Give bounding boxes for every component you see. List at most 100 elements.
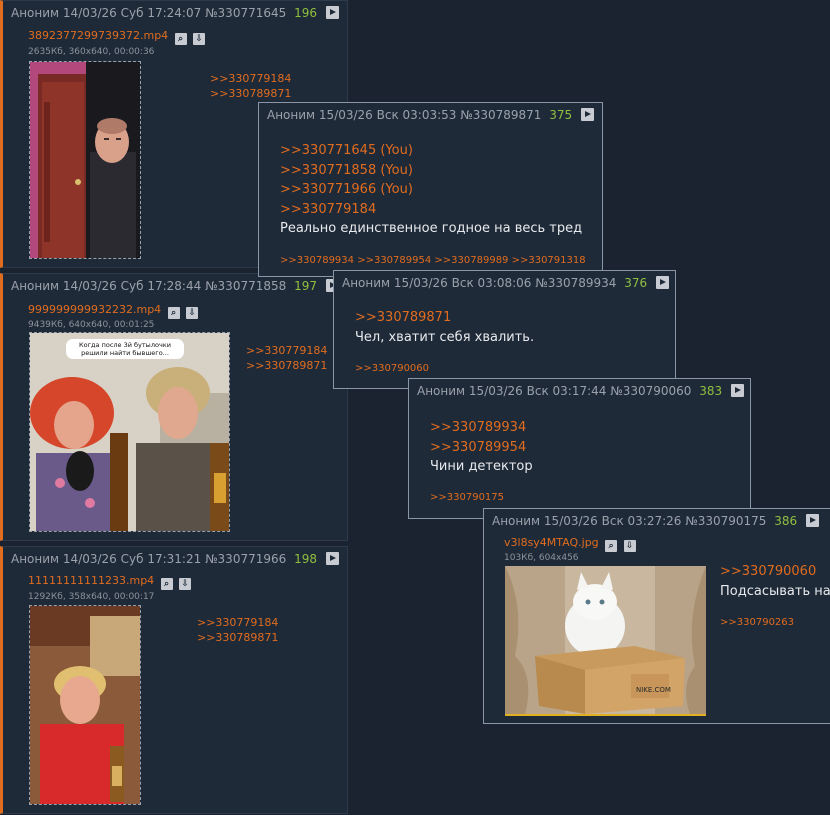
post-header: Аноним 15/03/26 Вск 03:08:06 №330789934 … <box>342 276 670 290</box>
quote-link[interactable]: >>330789871 <box>355 308 534 328</box>
post-count: 197 <box>294 279 317 293</box>
search-icon[interactable]: ⌕ <box>605 540 618 552</box>
reply-links[interactable]: >>330790263 <box>720 617 794 628</box>
post-count: 386 <box>774 514 798 528</box>
post-date: 14/03/26 Суб 17:31:21 <box>62 552 202 566</box>
post-header: Аноним 14/03/26 Суб 17:31:21 №330771966 … <box>11 552 339 566</box>
post-header: Аноним 15/03/26 Вск 03:17:44 №330790060 … <box>417 384 745 398</box>
post-menu-icon[interactable] <box>325 552 339 565</box>
post-body: >>330789934 >>330789954 Чини детектор <box>430 418 533 477</box>
post-message: Чел, хватит себя хвалить. <box>355 329 535 345</box>
post-menu-icon[interactable] <box>325 6 339 19</box>
quote-link[interactable]: >>330789934 <box>430 418 533 438</box>
post-date: 15/03/26 Вск 03:27:26 <box>543 514 682 528</box>
post-date: 14/03/26 Суб 17:24:07 <box>62 6 202 20</box>
post-number[interactable]: №330789871 <box>460 108 541 122</box>
file-link-row: v3l8sy4MTAQ.jpg ⌕ ⇩ <box>504 536 636 552</box>
post-count: 196 <box>294 6 317 20</box>
post-number[interactable]: №330790175 <box>685 514 766 528</box>
post-date: 15/03/26 Вск 03:08:06 <box>393 276 532 290</box>
reply-link[interactable]: >>330779184 <box>210 71 291 86</box>
search-icon[interactable]: ⌕ <box>167 307 180 319</box>
thread-post: Аноним 14/03/26 Суб 17:31:21 №330771966 … <box>0 546 348 814</box>
post-header: Аноним 14/03/26 Суб 17:28:44 №330771858 … <box>11 279 339 293</box>
post-body: >>330790060 Подсасывать на <box>720 562 830 602</box>
download-icon[interactable]: ⇩ <box>623 540 636 552</box>
post-number[interactable]: №330771645 <box>205 6 286 20</box>
reply-links: >>330779184 >>330789871 <box>246 343 327 373</box>
reply-links[interactable]: >>330789934 >>330789954 >>330789989 >>33… <box>280 255 586 266</box>
reply-preview-popup: Аноним 15/03/26 Вск 03:17:44 №330790060 … <box>408 378 751 519</box>
thread-post: Аноним 14/03/26 Суб 17:28:44 №330771858 … <box>0 273 348 541</box>
post-body: >>330789871 Чел, хватит себя хвалить. <box>355 308 534 348</box>
file-name-link[interactable]: 999999999932232.mp4 <box>28 303 161 316</box>
file-link-row: 11111111111233.mp4 ⌕ ⇩ <box>28 574 192 590</box>
quote-link[interactable]: >>330789954 <box>430 438 533 458</box>
post-body: >>330771645 (You) >>330771858 (You) >>33… <box>280 141 582 239</box>
file-link-row: 3892377299739372.mp4 ⌕ ⇩ <box>28 29 206 45</box>
post-author: Аноним <box>11 552 60 566</box>
post-author: Аноним <box>342 276 391 290</box>
file-meta: 2635Кб, 360x640, 00:00:36 <box>28 47 155 57</box>
download-icon[interactable]: ⇩ <box>179 578 192 590</box>
post-menu-icon[interactable] <box>656 276 670 289</box>
post-number[interactable]: №330771858 <box>205 279 286 293</box>
post-count: 376 <box>624 276 648 290</box>
file-name-link[interactable]: v3l8sy4MTAQ.jpg <box>504 536 599 549</box>
post-header: Аноним 14/03/26 Суб 17:24:07 №330771645 … <box>11 6 339 20</box>
reply-links[interactable]: >>330790060 <box>355 363 429 374</box>
quote-link[interactable]: >>330790060 <box>720 562 830 582</box>
quote-link[interactable]: >>330771966 (You) <box>280 180 582 200</box>
download-icon[interactable]: ⇩ <box>193 33 206 45</box>
quote-link[interactable]: >>330771858 (You) <box>280 161 582 181</box>
file-meta: 9439Кб, 640x640, 00:01:25 <box>28 320 155 330</box>
post-date: 15/03/26 Вск 03:17:44 <box>468 384 607 398</box>
reply-preview-popup: Аноним 15/03/26 Вск 03:03:53 №330789871 … <box>258 102 603 277</box>
post-author: Аноним <box>11 279 60 293</box>
reply-preview-popup: Аноним 15/03/26 Вск 03:27:26 №330790175 … <box>483 508 830 724</box>
post-count: 198 <box>294 552 317 566</box>
file-name-link[interactable]: 11111111111233.mp4 <box>28 574 154 587</box>
reply-links: >>330779184 >>330789871 <box>210 71 291 101</box>
search-icon[interactable]: ⌕ <box>174 33 187 45</box>
reply-link[interactable]: >>330779184 <box>197 615 278 630</box>
quote-link[interactable]: >>330779184 <box>280 200 582 220</box>
post-message: Чини детектор <box>430 459 533 474</box>
post-number[interactable]: №330771966 <box>205 552 286 566</box>
reply-link[interactable]: >>330789871 <box>197 630 278 645</box>
reply-links[interactable]: >>330790175 <box>430 492 504 503</box>
post-menu-icon[interactable] <box>806 514 820 527</box>
post-menu-icon[interactable] <box>731 384 745 397</box>
video-thumbnail[interactable] <box>29 61 141 259</box>
post-menu-icon[interactable] <box>581 108 595 121</box>
post-number[interactable]: №330789934 <box>535 276 616 290</box>
reply-link[interactable]: >>330789871 <box>246 358 327 373</box>
file-meta: 103Кб, 604x456 <box>504 553 579 563</box>
post-date: 15/03/26 Вск 03:03:53 <box>318 108 457 122</box>
post-count: 383 <box>699 384 723 398</box>
box-label: NIKE.COM <box>636 686 671 694</box>
reply-links: >>330779184 >>330789871 <box>197 615 278 645</box>
search-icon[interactable]: ⌕ <box>160 578 173 590</box>
file-link-row: 999999999932232.mp4 ⌕ ⇩ <box>28 303 199 319</box>
post-count: 375 <box>549 108 573 122</box>
download-icon[interactable]: ⇩ <box>186 307 199 319</box>
quote-link[interactable]: >>330771645 (You) <box>280 141 582 161</box>
post-author: Аноним <box>11 6 60 20</box>
post-message: Реально единственное годное на весь тред <box>280 221 583 236</box>
post-header: Аноним 15/03/26 Вск 03:03:53 №330789871 … <box>267 108 595 122</box>
reply-preview-popup: Аноним 15/03/26 Вск 03:08:06 №330789934 … <box>333 270 676 389</box>
post-author: Аноним <box>267 108 316 122</box>
post-message: Подсасывать на <box>720 583 830 599</box>
video-thumbnail[interactable] <box>29 605 141 805</box>
post-number[interactable]: №330790060 <box>610 384 691 398</box>
file-meta: 1292Кб, 358x640, 00:00:17 <box>28 592 155 602</box>
thumb-caption: Когда после 3й бутылочки решили найти бы… <box>66 339 184 359</box>
reply-link[interactable]: >>330789871 <box>210 86 291 101</box>
post-header: Аноним 15/03/26 Вск 03:27:26 №330790175 … <box>492 514 820 528</box>
image-thumbnail[interactable]: NIKE.COM <box>505 566 706 716</box>
video-thumbnail[interactable]: Когда после 3й бутылочки решили найти бы… <box>29 332 230 532</box>
file-name-link[interactable]: 3892377299739372.mp4 <box>28 29 168 42</box>
reply-link[interactable]: >>330779184 <box>246 343 327 358</box>
post-author: Аноним <box>417 384 466 398</box>
